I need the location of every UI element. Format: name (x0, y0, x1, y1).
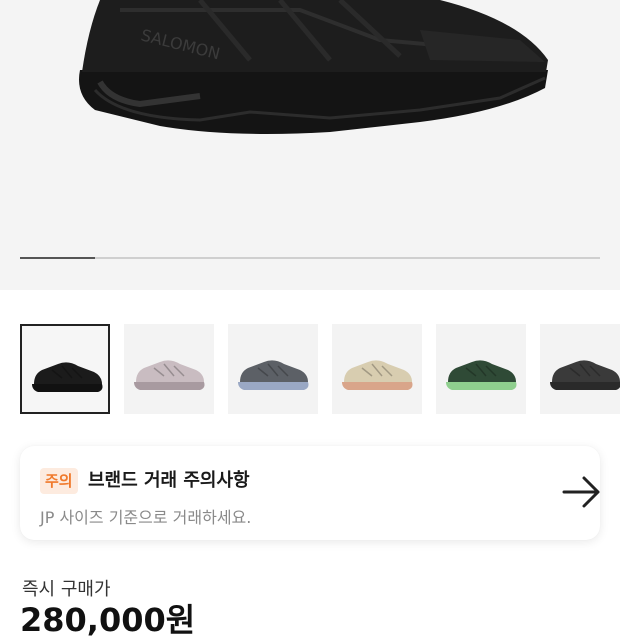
thumbnail-black[interactable] (20, 324, 110, 414)
notice-subtitle: JP 사이즈 기준으로 거래하세요. (40, 508, 252, 527)
arrow-right-icon[interactable] (560, 474, 604, 514)
notice-title: 브랜드 거래 주의사항 (88, 470, 250, 491)
caution-badge: 주의 (40, 468, 78, 494)
shoe-thumbnail-icon (342, 360, 413, 390)
thumbnail-grey-blue[interactable] (228, 324, 318, 414)
thumbnail-beige[interactable] (332, 324, 422, 414)
shoe-thumbnail-icon (550, 360, 620, 390)
brand-notice-card[interactable]: 주의 브랜드 거래 주의사항 JP 사이즈 기준으로 거래하세요. (20, 446, 600, 540)
thumbnail-green[interactable] (436, 324, 526, 414)
shoe-image: SALOMON (79, 0, 548, 134)
product-image[interactable]: SALOMON (0, 0, 620, 290)
shoe-thumbnail-icon (32, 362, 103, 392)
thumbnail-lilac-grey[interactable] (124, 324, 214, 414)
thumbnail-dark-grey[interactable] (540, 324, 620, 414)
gallery-progress-bar (20, 257, 600, 259)
gallery-progress-fill (20, 257, 96, 259)
shoe-thumbnail-icon (238, 360, 309, 390)
thumbnail-strip[interactable] (20, 324, 620, 416)
shoe-thumbnail-icon (134, 360, 205, 390)
price-value: 280,000원 (20, 601, 196, 639)
shoe-thumbnail-icon (446, 360, 517, 390)
price-label: 즉시 구매가 (22, 579, 111, 600)
